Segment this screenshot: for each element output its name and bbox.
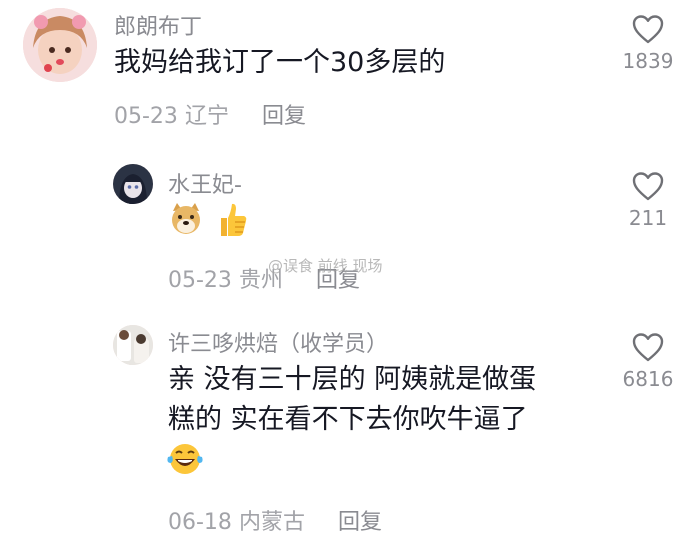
username[interactable]: 许三哆烘焙（收学员） — [168, 326, 388, 358]
comment-item: 许三哆烘焙（收学员） 亲 没有三十层的 阿姨就是做蛋 糕的 实在看不下去你吹牛逼… — [0, 305, 690, 536]
avatar[interactable] — [23, 8, 97, 82]
comment-date: 06-18 — [168, 510, 232, 535]
comment-item: 水王妃- 05-23 贵州 回复 211 — [0, 150, 690, 300]
reply-button[interactable]: 回复 — [262, 104, 306, 129]
avatar[interactable] — [113, 325, 153, 365]
comment-meta: 05-23 辽宁 回复 — [114, 98, 306, 130]
comment-date: 05-23 — [114, 104, 178, 129]
comment-item: 郎朗布丁 我妈给我订了一个30多层的 05-23 辽宁 回复 1839 — [0, 0, 690, 140]
thumbs-up-emoji — [213, 200, 249, 250]
like-button[interactable]: 1839 — [608, 13, 688, 73]
comment-emojis — [168, 200, 249, 250]
like-button[interactable]: 6816 — [608, 331, 688, 391]
heart-icon — [632, 333, 664, 362]
like-button[interactable]: 211 — [608, 170, 688, 230]
laughing-tears-emoji — [166, 441, 204, 489]
comment-location: 内蒙古 — [238, 510, 305, 535]
comment-emojis — [166, 441, 204, 489]
comment-date: 05-23 — [168, 268, 232, 293]
comment-meta: 06-18 内蒙古 回复 — [168, 504, 382, 536]
like-count: 6816 — [622, 367, 674, 391]
avatar[interactable] — [113, 164, 153, 204]
like-count: 211 — [628, 206, 668, 230]
comment-text: 我妈给我订了一个30多层的 — [114, 47, 446, 78]
username[interactable]: 郎朗布丁 — [114, 9, 202, 41]
comment-location: 辽宁 — [184, 104, 229, 129]
reply-button[interactable]: 回复 — [338, 510, 382, 535]
like-count: 1839 — [622, 49, 674, 73]
doge-emoji — [168, 201, 204, 249]
comment-text: 糕的 实在看不下去你吹牛逼了 — [168, 404, 528, 435]
comment-text: 亲 没有三十层的 阿姨就是做蛋 — [168, 364, 537, 395]
heart-icon — [632, 172, 664, 201]
username[interactable]: 水王妃- — [168, 167, 242, 199]
heart-icon — [632, 15, 664, 44]
watermark: @误食 前线 现场 — [268, 257, 383, 275]
